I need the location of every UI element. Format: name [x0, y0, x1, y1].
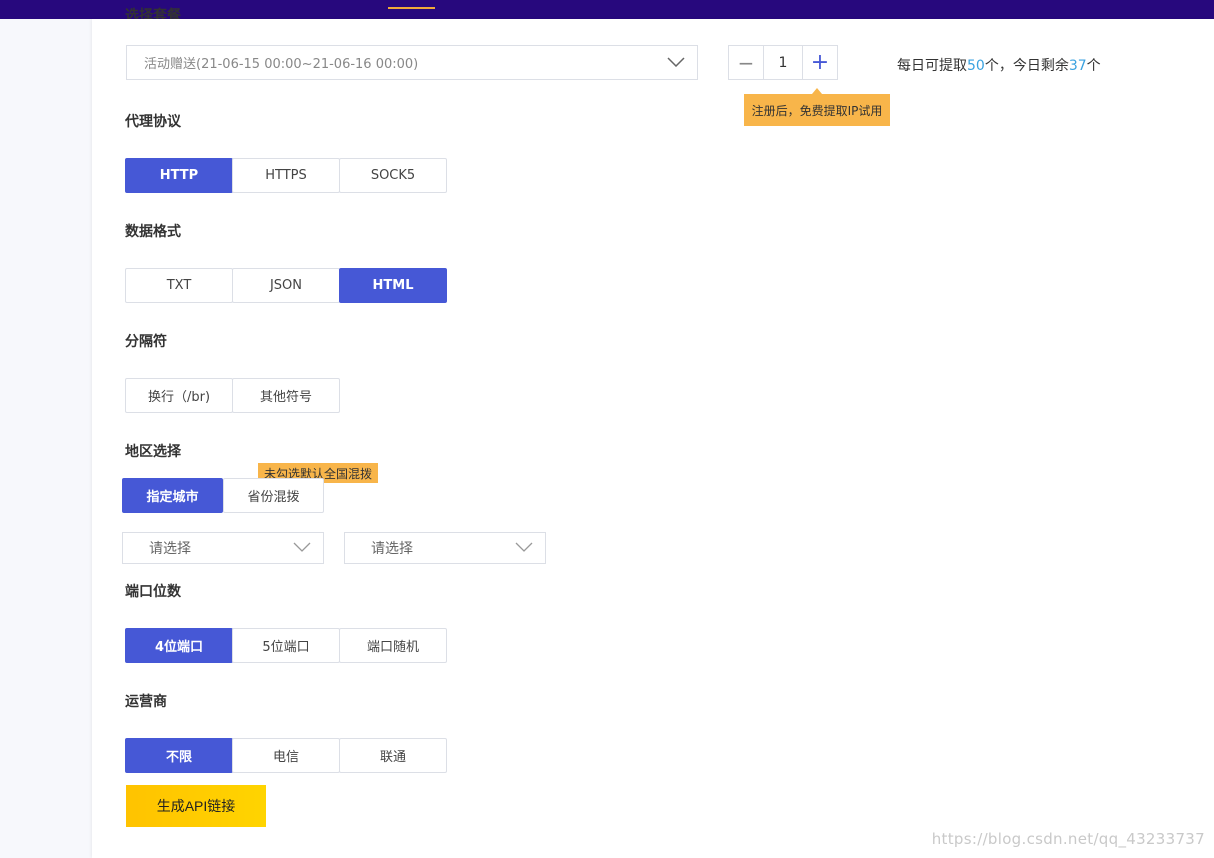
minus-icon: −	[737, 50, 755, 75]
quantity-value: 1	[778, 54, 788, 71]
port-option-random[interactable]: 端口随机	[339, 628, 447, 663]
top-nav-bar	[0, 0, 1214, 19]
package-select-value: 活动赠送(21-06-15 00:00~21-06-16 00:00)	[144, 57, 419, 72]
generate-api-link-button[interactable]: 生成API链接	[126, 785, 266, 827]
quota-daily: 50	[967, 58, 985, 74]
chevron-down-icon	[293, 542, 311, 552]
isp-label: 运营商	[125, 694, 167, 710]
region-select-province[interactable]: 请选择	[122, 532, 324, 564]
port-label: 端口位数	[125, 584, 181, 600]
format-option-json[interactable]: JSON	[232, 268, 340, 303]
tooltip-arrow	[812, 88, 822, 94]
isp-option-telecom[interactable]: 电信	[232, 738, 340, 773]
protocol-option-https[interactable]: HTTPS	[232, 158, 340, 193]
separator-option-other[interactable]: 其他符号	[232, 378, 340, 413]
package-section-label: 选择套餐	[125, 8, 181, 19]
isp-option-unlimited[interactable]: 不限	[125, 738, 233, 773]
separator-label: 分隔符	[125, 334, 167, 350]
format-option-txt[interactable]: TXT	[125, 268, 233, 303]
chevron-down-icon	[515, 542, 533, 552]
isp-option-unicom[interactable]: 联通	[339, 738, 447, 773]
format-option-html[interactable]: HTML	[339, 268, 447, 303]
trial-tooltip-text: 注册后，免费提取IP试用	[751, 103, 883, 118]
region-select-city[interactable]: 请选择	[344, 532, 546, 564]
package-select[interactable]: 活动赠送(21-06-15 00:00~21-06-16 00:00)	[126, 45, 698, 80]
region-select-province-placeholder: 请选择	[149, 541, 191, 557]
quota-suffix: 个	[1086, 58, 1101, 74]
format-label: 数据格式	[125, 224, 181, 240]
quantity-decrement-button[interactable]: −	[728, 45, 764, 80]
quota-info: 每日可提取50个，今日剩余37个	[897, 55, 1101, 75]
quota-remaining: 37	[1068, 58, 1087, 74]
quota-prefix: 每日可提取	[897, 58, 967, 74]
quota-mid: 个，今日剩余	[984, 58, 1069, 74]
active-tab-indicator	[388, 7, 435, 9]
chevron-down-icon	[667, 56, 685, 67]
plus-icon: +	[810, 50, 830, 75]
trial-tooltip: 注册后，免费提取IP试用	[744, 88, 890, 126]
sidebar	[0, 19, 92, 858]
quantity-input[interactable]: 1	[763, 45, 803, 80]
port-option-4digit[interactable]: 4位端口	[125, 628, 233, 663]
quantity-increment-button[interactable]: +	[802, 45, 838, 80]
region-option-province-mix[interactable]: 省份混拨	[223, 478, 324, 513]
protocol-option-http[interactable]: HTTP	[125, 158, 233, 193]
protocol-label: 代理协议	[125, 114, 181, 130]
separator-option-newline[interactable]: 换行（/br)	[125, 378, 233, 413]
port-option-5digit[interactable]: 5位端口	[232, 628, 340, 663]
protocol-option-sock5[interactable]: SOCK5	[339, 158, 447, 193]
region-label: 地区选择	[125, 444, 181, 460]
region-select-city-placeholder: 请选择	[371, 541, 413, 557]
region-option-city[interactable]: 指定城市	[122, 478, 223, 513]
watermark: https://blog.csdn.net/qq_43233737	[931, 830, 1205, 848]
main-panel	[92, 19, 1214, 858]
